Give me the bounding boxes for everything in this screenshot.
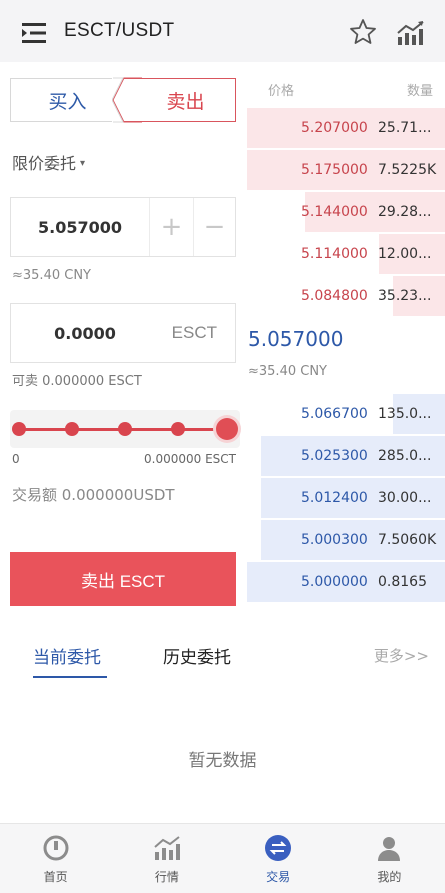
bid-row[interactable]: 5.012400 30.00... (247, 478, 445, 518)
available-balance: 可卖 0.000000 ESCT (12, 374, 142, 389)
ask-row[interactable]: 5.175000 7.5225K (247, 150, 445, 190)
ask-row[interactable]: 5.114000 12.00... (247, 234, 445, 274)
ask-price: 5.114000 (301, 246, 368, 262)
nav-market-label: 行情 (154, 870, 179, 884)
price-input[interactable]: 5.057000 (11, 198, 149, 256)
bottom-nav: 首页 行情 交易 我的 (0, 823, 445, 893)
ask-row[interactable]: 5.084800 35.23... (247, 276, 445, 316)
ask-qty: 7.5225K (378, 162, 437, 178)
trade-amount: 交易额 0.000000USDT (12, 486, 175, 504)
ask-price: 5.207000 (301, 120, 368, 136)
slider-min-label: 0 (12, 452, 20, 466)
slider-step-0[interactable] (12, 422, 26, 436)
top-bar: ESCT/USDT (0, 0, 445, 62)
bid-price: 5.025300 (301, 448, 368, 464)
more-link[interactable]: 更多>> (374, 645, 429, 666)
price-cny-estimate: ≈35.40 CNY (12, 268, 91, 283)
empty-state: 暂无数据 (188, 751, 257, 771)
bid-qty: 285.0... (378, 448, 432, 464)
order-type-select[interactable]: 限价委托 ▾ (12, 150, 85, 174)
nav-profile-label: 我的 (377, 870, 402, 884)
last-price: 5.057000 (248, 327, 344, 351)
order-type-label: 限价委托 (12, 154, 77, 173)
bid-price: 5.066700 (301, 406, 368, 422)
price-decrease-button[interactable]: − (193, 198, 235, 256)
bid-qty: 7.5060K (378, 532, 437, 548)
last-price-cny: ≈35.40 CNY (248, 364, 327, 379)
sell-tab-label: 卖出 (166, 90, 205, 113)
bid-row[interactable]: 5.025300 285.0... (247, 436, 445, 476)
ask-qty: 25.71... (378, 120, 432, 136)
ask-qty: 29.28... (378, 204, 432, 220)
bid-row[interactable]: 5.066700 135.0... (247, 394, 445, 434)
bid-qty: 135.0... (378, 406, 432, 422)
menu-icon[interactable] (22, 22, 48, 44)
slider-step-50[interactable] (118, 422, 132, 436)
market-icon (154, 836, 180, 860)
quantity-input[interactable]: 0.0000 (11, 304, 159, 362)
price-increase-button[interactable]: + (149, 198, 193, 256)
buy-tab[interactable]: 买入 (10, 78, 124, 122)
bid-row[interactable]: 5.000300 7.5060K (247, 520, 445, 560)
bid-qty: 30.00... (378, 490, 432, 506)
slider-max-label: 0.000000 ESCT (144, 452, 236, 466)
bid-price: 5.012400 (301, 490, 368, 506)
bid-row[interactable]: 5.000000 0.8165 (247, 562, 445, 602)
tab-history-orders[interactable]: 历史委托 (163, 643, 231, 668)
chart-icon[interactable] (396, 20, 426, 46)
trade-icon (265, 835, 292, 861)
home-icon (43, 835, 69, 861)
orderbook-qty-header: 数量 (406, 84, 433, 99)
chevron-down-icon: ▾ (80, 158, 86, 169)
amount-slider[interactable] (10, 410, 240, 448)
bid-qty: 0.8165 (378, 574, 427, 590)
slider-handle[interactable] (216, 418, 238, 440)
quantity-unit: ESCT (171, 323, 217, 342)
ask-price: 5.084800 (301, 288, 368, 304)
nav-home[interactable]: 首页 (0, 824, 111, 893)
ask-row[interactable]: 5.207000 25.71... (247, 108, 445, 148)
nav-market[interactable]: 行情 (111, 824, 222, 893)
nav-trade[interactable]: 交易 (223, 824, 334, 893)
orderbook-price-header: 价格 (268, 84, 295, 99)
bid-price: 5.000000 (301, 574, 368, 590)
ask-price: 5.144000 (301, 204, 368, 220)
active-tab-indicator (33, 676, 107, 678)
star-icon[interactable] (349, 18, 377, 46)
nav-trade-label: 交易 (266, 870, 291, 884)
nav-profile[interactable]: 我的 (334, 824, 445, 893)
price-input-group: 5.057000 + − (10, 197, 236, 257)
tab-current-orders[interactable]: 当前委托 (33, 643, 101, 668)
buy-tab-label: 买入 (48, 90, 87, 113)
tab-divider-chevron (112, 77, 142, 123)
slider-step-25[interactable] (65, 422, 79, 436)
sell-button[interactable]: 卖出 ESCT (10, 552, 236, 606)
nav-home-label: 首页 (43, 870, 68, 884)
ask-row[interactable]: 5.144000 29.28... (247, 192, 445, 232)
quantity-input-group: 0.0000 ESCT (10, 303, 236, 363)
pair-title[interactable]: ESCT/USDT (64, 20, 174, 42)
ask-qty: 35.23... (378, 288, 432, 304)
slider-step-75[interactable] (171, 422, 185, 436)
ask-price: 5.175000 (301, 162, 368, 178)
profile-icon (378, 837, 401, 861)
ask-qty: 12.00... (378, 246, 432, 262)
bid-price: 5.000300 (301, 532, 368, 548)
